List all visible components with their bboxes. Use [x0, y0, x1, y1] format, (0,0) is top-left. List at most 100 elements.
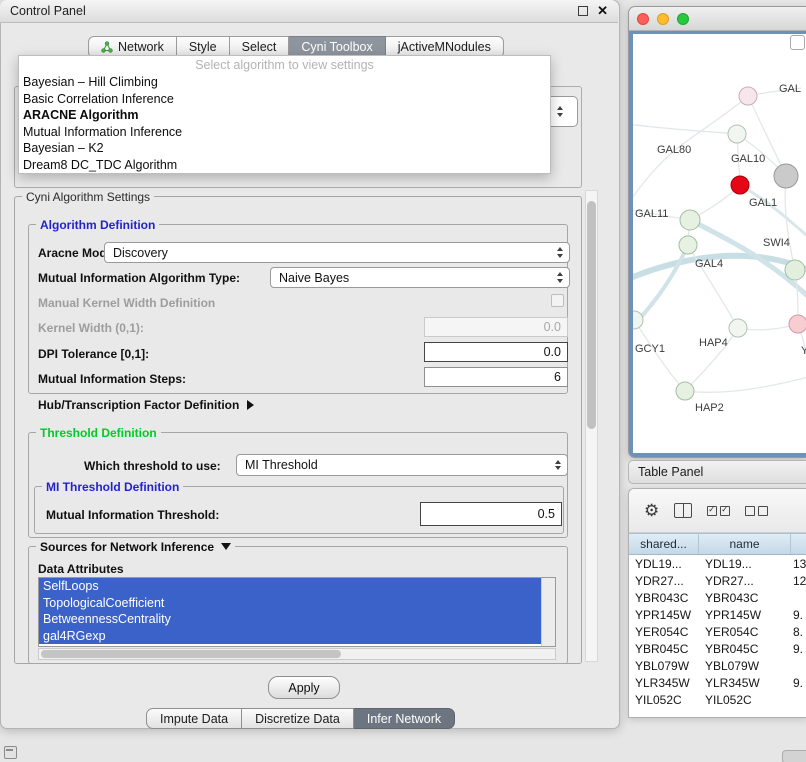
- table-header: shared... name: [629, 533, 806, 555]
- apply-button[interactable]: Apply: [268, 676, 340, 699]
- column-header-extra[interactable]: [791, 534, 806, 554]
- settings-group-title: Cyni Algorithm Settings: [22, 190, 154, 204]
- table-row[interactable]: YBR045CYBR045C9.: [629, 640, 806, 657]
- dropdown-option[interactable]: Dream8 DC_TDC Algorithm: [19, 157, 550, 174]
- table-row[interactable]: YIL052CYIL052C: [629, 691, 806, 708]
- network-window-titlebar[interactable]: [629, 7, 806, 31]
- network-node[interactable]: [728, 125, 746, 143]
- network-view-window: GALGAL80GAL10GAL11GAL1SWI4GAL4GCY1HAP4HA…: [628, 6, 806, 458]
- network-canvas[interactable]: GALGAL80GAL10GAL11GAL1SWI4GAL4GCY1HAP4HA…: [633, 34, 806, 453]
- control-panel-titlebar[interactable]: Control Panel ✕: [0, 0, 618, 23]
- table-row[interactable]: YER054CYER054C8.: [629, 623, 806, 640]
- zoom-traffic-light[interactable]: [677, 13, 689, 25]
- network-node-label: HAP4: [699, 337, 728, 349]
- window-title: Control Panel: [10, 4, 86, 18]
- network-node[interactable]: [676, 382, 694, 400]
- network-node[interactable]: [731, 176, 749, 194]
- columns-icon[interactable]: [674, 503, 692, 518]
- collapsed-panel-icon[interactable]: [4, 746, 17, 759]
- hub-section-toggle[interactable]: Hub/Transcription Factor Definition: [38, 398, 254, 412]
- tab-label: Impute Data: [160, 712, 228, 726]
- kernel-width-field[interactable]: 0.0: [424, 317, 568, 337]
- manual-kernel-checkbox[interactable]: [551, 294, 564, 307]
- table-panel-titlebar[interactable]: Table Panel: [628, 460, 806, 484]
- hub-section-label: Hub/Transcription Factor Definition: [38, 398, 239, 412]
- algorithm-dropdown-popup: Select algorithm to view settings Bayesi…: [18, 55, 551, 174]
- dropdown-option-selected[interactable]: ARACNE Algorithm: [19, 107, 550, 124]
- mi-type-value: Naive Bayes: [279, 271, 349, 285]
- combo-arrows-icon: [557, 272, 563, 283]
- manual-kernel-label: Manual Kernel Width Definition: [38, 296, 215, 310]
- attribute-item-selected[interactable]: TopologicalCoefficient: [39, 595, 541, 612]
- mi-type-combo[interactable]: Naive Bayes: [270, 267, 570, 288]
- network-overview-widget[interactable]: [790, 35, 805, 50]
- aracne-mode-combo[interactable]: Discovery: [104, 242, 570, 263]
- minimize-traffic-light[interactable]: [657, 13, 669, 25]
- gear-icon[interactable]: ⚙: [644, 502, 659, 519]
- table-cell: YDL19...: [699, 557, 791, 571]
- dropdown-option[interactable]: Mutual Information Inference: [19, 124, 550, 141]
- close-window-icon[interactable]: ✕: [597, 5, 608, 17]
- combo-arrows-icon: [555, 460, 561, 471]
- settings-scrollbar[interactable]: [585, 190, 598, 662]
- combo-arrows-icon: [557, 247, 563, 258]
- mi-threshold-field[interactable]: 0.5: [420, 502, 562, 526]
- tab-discretize-data[interactable]: Discretize Data: [242, 708, 354, 729]
- dpi-tolerance-value: 0.0: [544, 345, 561, 359]
- table-row[interactable]: YBR043CYBR043C: [629, 589, 806, 606]
- tab-label: Style: [189, 40, 217, 54]
- mi-steps-field[interactable]: 6: [424, 367, 568, 387]
- tab-label: Discretize Data: [255, 712, 340, 726]
- aracne-mode-value: Discovery: [113, 246, 168, 260]
- deselect-all-checks-icon[interactable]: [745, 506, 768, 516]
- network-node[interactable]: [785, 260, 805, 280]
- network-icon: [101, 41, 113, 53]
- algorithm-definition-title: Algorithm Definition: [36, 218, 159, 232]
- table-cell: YDR27...: [629, 574, 699, 588]
- dropdown-option[interactable]: Basic Correlation Inference: [19, 91, 550, 108]
- table-cell: YBL079W: [699, 659, 791, 673]
- network-node[interactable]: [739, 87, 757, 105]
- table-cell: YBL079W: [629, 659, 699, 673]
- sources-group-title: Sources for Network Inference: [40, 540, 214, 554]
- attribute-item-selected[interactable]: gal4RGexp: [39, 628, 541, 645]
- mi-threshold-group-title: MI Threshold Definition: [42, 480, 183, 494]
- sources-group-toggle[interactable]: Sources for Network Inference: [36, 540, 235, 554]
- list-vertical-scrollbar[interactable]: [541, 578, 555, 646]
- table-row[interactable]: YDR27...YDR27...12: [629, 572, 806, 589]
- attribute-item-selected[interactable]: BetweennessCentrality: [39, 611, 541, 628]
- network-node[interactable]: [774, 164, 798, 188]
- network-node[interactable]: [789, 315, 806, 333]
- dropdown-option[interactable]: Bayesian – Hill Climbing: [19, 74, 550, 91]
- column-header-name[interactable]: name: [699, 534, 791, 554]
- table-row[interactable]: YPR145WYPR145W9.: [629, 606, 806, 623]
- table-row[interactable]: YLR345WYLR345W9.: [629, 674, 806, 691]
- table-row[interactable]: YDL19...YDL19...13: [629, 555, 806, 572]
- scrollbar-thumb[interactable]: [41, 650, 341, 658]
- list-horizontal-scrollbar[interactable]: [38, 648, 556, 660]
- mi-threshold-label: Mutual Information Threshold:: [46, 508, 219, 522]
- network-node[interactable]: [680, 210, 700, 230]
- tab-impute-data[interactable]: Impute Data: [146, 708, 242, 729]
- table-cell: 9.: [791, 642, 806, 656]
- dropdown-option[interactable]: Bayesian – K2: [19, 140, 550, 157]
- which-threshold-combo[interactable]: MI Threshold: [236, 454, 568, 476]
- column-header-shared[interactable]: shared...: [629, 534, 699, 554]
- tab-infer-network[interactable]: Infer Network: [354, 708, 455, 729]
- corner-grip[interactable]: [782, 750, 806, 762]
- select-all-checks-icon[interactable]: [707, 506, 730, 516]
- attribute-item-selected[interactable]: SelfLoops: [39, 578, 541, 595]
- dropdown-prompt: Select algorithm to view settings: [19, 56, 550, 74]
- combo-arrows-icon: [557, 106, 563, 117]
- table-panel-window: ⚙ shared... name YDL19...YDL19...13 YDR27…: [628, 488, 806, 718]
- table-cell: 8.: [791, 625, 806, 639]
- network-node[interactable]: [679, 236, 697, 254]
- dpi-tolerance-field[interactable]: 0.0: [424, 342, 568, 362]
- close-traffic-light[interactable]: [637, 13, 649, 25]
- network-node-label: SWI4: [763, 237, 790, 249]
- scrollbar-thumb[interactable]: [587, 201, 596, 429]
- float-window-icon[interactable]: [578, 6, 588, 16]
- table-cell: 12: [791, 574, 806, 588]
- network-node[interactable]: [729, 319, 747, 337]
- table-row[interactable]: YBL079WYBL079W: [629, 657, 806, 674]
